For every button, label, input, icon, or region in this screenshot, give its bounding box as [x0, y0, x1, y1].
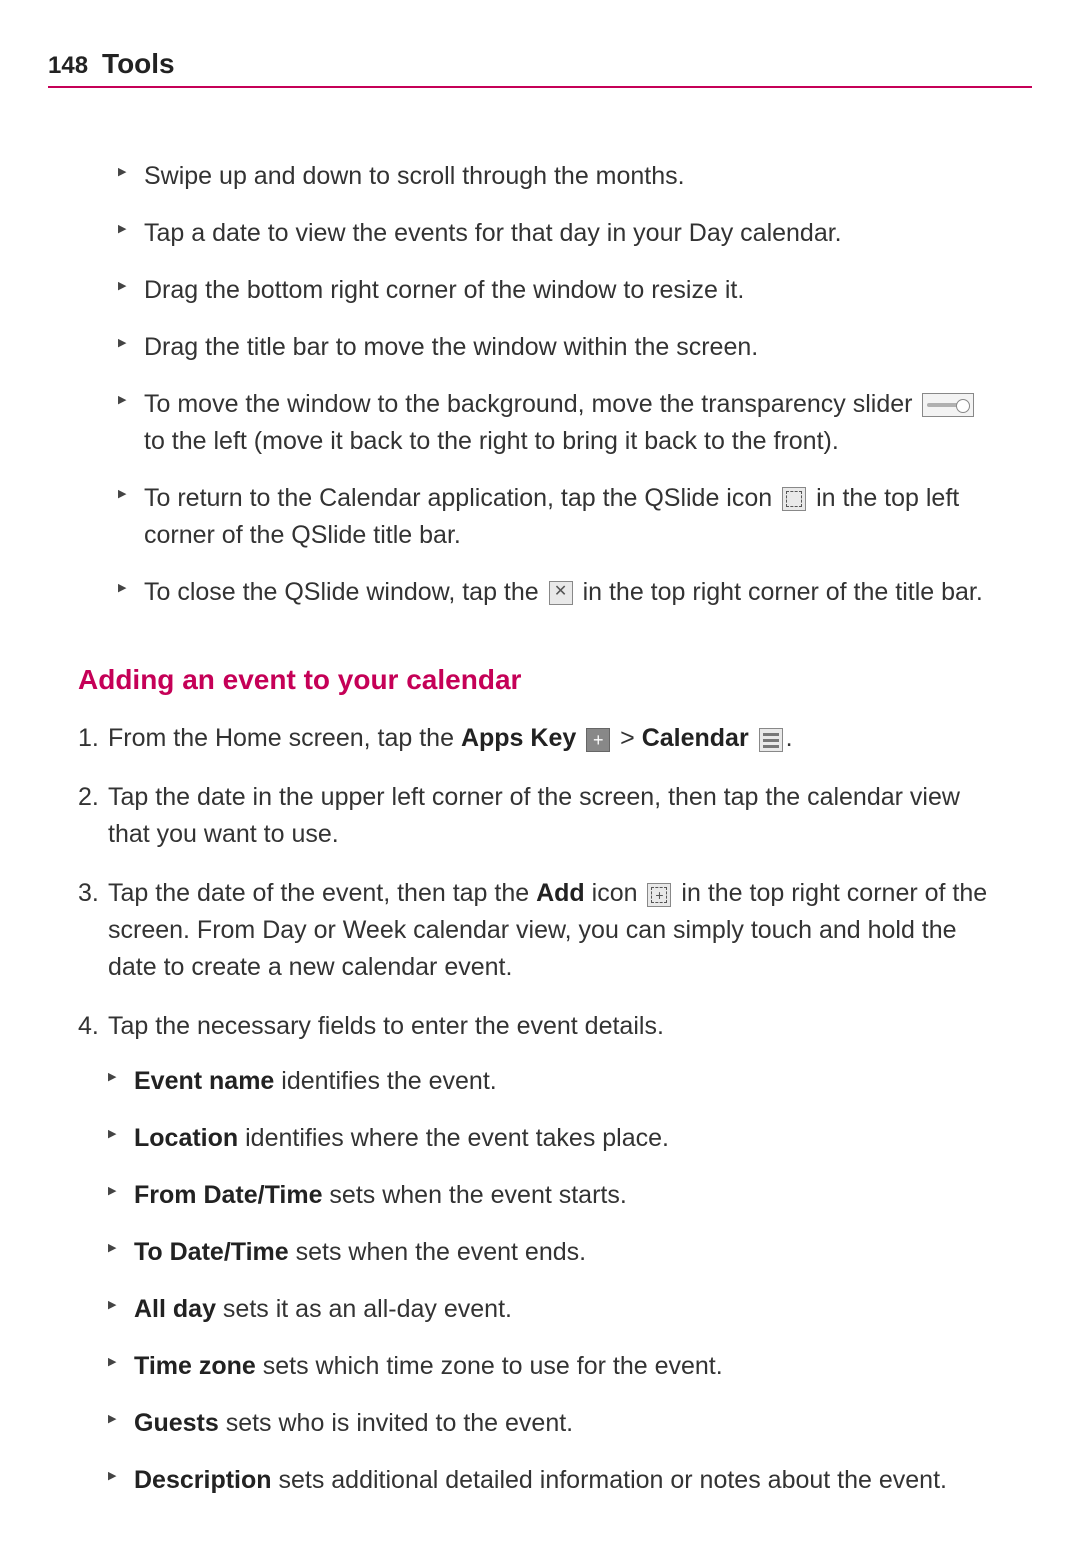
field-name: All day [134, 1295, 216, 1323]
qslide-tips-list: Swipe up and down to scroll through the … [118, 158, 1002, 611]
list-item: From Date/Time sets when the event start… [108, 1177, 1002, 1214]
list-item: All day sets it as an all-day event. [108, 1291, 1002, 1328]
text: To move the window to the background, mo… [144, 390, 919, 418]
text: To close the QSlide window, tap the [144, 578, 546, 606]
text: . [786, 724, 793, 752]
list-item: Time zone sets which time zone to use fo… [108, 1348, 1002, 1385]
field-name: Time zone [134, 1352, 256, 1380]
page-number: 148 [48, 52, 88, 80]
field-name: Description [134, 1466, 272, 1494]
field-desc: identifies where the event takes place. [238, 1124, 669, 1152]
text: Tap the necessary fields to enter the ev… [108, 1012, 664, 1040]
add-label: Add [536, 879, 585, 907]
field-desc: sets additional detailed information or … [272, 1466, 947, 1494]
list-item: Description sets additional detailed inf… [108, 1462, 1002, 1499]
list-item: To Date/Time sets when the event ends. [108, 1234, 1002, 1271]
calendar-icon [759, 728, 783, 752]
list-item: Drag the bottom right corner of the wind… [118, 272, 1002, 309]
manual-page: 148 Tools Swipe up and down to scroll th… [0, 0, 1080, 1552]
event-fields-list: Event name identifies the event. Locatio… [108, 1063, 1002, 1499]
qslide-expand-icon [782, 487, 806, 511]
field-desc: identifies the event. [274, 1067, 496, 1095]
step-2: Tap the date in the upper left corner of… [78, 779, 1002, 853]
field-name: Guests [134, 1409, 219, 1437]
add-icon [647, 883, 671, 907]
field-desc: sets who is invited to the event. [219, 1409, 573, 1437]
list-item: Swipe up and down to scroll through the … [118, 158, 1002, 195]
calendar-label: Calendar [642, 724, 749, 752]
field-desc: sets when the event ends. [289, 1238, 586, 1266]
apps-key-label: Apps Key [461, 724, 576, 752]
step-3: Tap the date of the event, then tap the … [78, 875, 1002, 986]
field-name: From Date/Time [134, 1181, 322, 1209]
list-item: To close the QSlide window, tap the ✕ in… [118, 574, 1002, 611]
close-icon: ✕ [549, 581, 573, 605]
field-name: To Date/Time [134, 1238, 289, 1266]
list-item: Tap a date to view the events for that d… [118, 215, 1002, 252]
step-4: Tap the necessary fields to enter the ev… [78, 1008, 1002, 1499]
subheading: Adding an event to your calendar [78, 659, 1002, 700]
list-item: Location identifies where the event take… [108, 1120, 1002, 1157]
text: Tap the date of the event, then tap the [108, 879, 536, 907]
list-item: To move the window to the background, mo… [118, 386, 1002, 460]
list-item: Drag the title bar to move the window wi… [118, 329, 1002, 366]
text: From the Home screen, tap the [108, 724, 461, 752]
apps-key-icon [586, 728, 610, 752]
field-desc: sets when the event starts. [322, 1181, 626, 1209]
field-name: Location [134, 1124, 238, 1152]
section-title: Tools [102, 48, 175, 80]
page-header: 148 Tools [48, 48, 1032, 88]
transparency-slider-icon [922, 393, 974, 417]
list-item: To return to the Calendar application, t… [118, 480, 1002, 554]
field-desc: sets it as an all-day event. [216, 1295, 512, 1323]
text: To return to the Calendar application, t… [144, 484, 779, 512]
text: in the top right corner of the title bar… [583, 578, 983, 606]
field-name: Event name [134, 1067, 274, 1095]
text: to the left (move it back to the right t… [144, 427, 839, 455]
steps-list: From the Home screen, tap the Apps Key >… [78, 720, 1002, 1499]
list-item: Event name identifies the event. [108, 1063, 1002, 1100]
step-1: From the Home screen, tap the Apps Key >… [78, 720, 1002, 757]
page-content: Swipe up and down to scroll through the … [48, 158, 1032, 1499]
field-desc: sets which time zone to use for the even… [256, 1352, 723, 1380]
list-item: Guests sets who is invited to the event. [108, 1405, 1002, 1442]
text: icon [585, 879, 645, 907]
text: > [613, 724, 642, 752]
